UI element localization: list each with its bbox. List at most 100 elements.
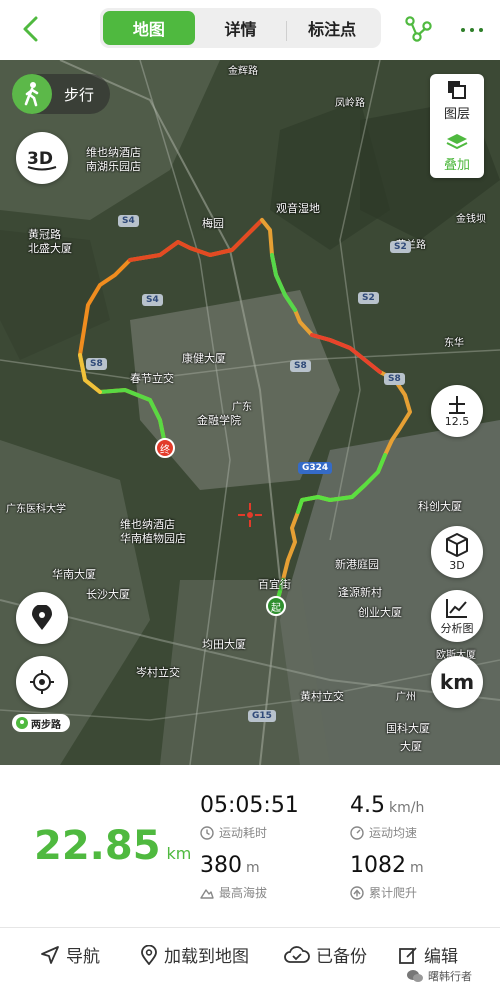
place-label: 科创大厦 [418, 500, 462, 513]
layers-button[interactable]: 图层 [430, 74, 484, 126]
load-to-map-label: 加载到地图 [164, 947, 249, 967]
zoom-level: 12.5 [444, 415, 470, 428]
overlay-stack-icon [446, 133, 468, 149]
top-bar: 地图 详情 标注点 [0, 0, 500, 60]
locate-me-button[interactable] [16, 656, 68, 708]
total-distance: 22.85 km [34, 823, 191, 869]
walking-icon [12, 74, 52, 114]
logo-text: 两步路 [31, 719, 61, 731]
tab-divider [286, 21, 288, 41]
place-label: 岑村立交 [136, 666, 180, 679]
edit-pencil-icon [399, 946, 417, 964]
view-3d-button[interactable]: 3D [431, 526, 483, 578]
more-options-icon[interactable] [457, 16, 487, 44]
route-badge: S8 [86, 358, 107, 370]
place-label: 金钱坝 [456, 214, 486, 225]
view-3d-label: 3D [449, 559, 465, 572]
route-badge: S8 [384, 373, 405, 385]
place-label: 百宜街 [258, 578, 291, 591]
terrain-3d-button[interactable]: 3D [16, 132, 68, 184]
place-label: 梅园 [202, 217, 224, 230]
activity-mode-label: 步行 [64, 86, 95, 104]
distance-unit-button[interactable]: km [431, 656, 483, 708]
avg-speed-value: 4.5 [350, 793, 385, 818]
backup-status-button[interactable]: 已备份 [284, 942, 367, 967]
location-pin-icon [141, 944, 157, 965]
avg-speed-label: 运动均速 [369, 826, 418, 840]
place-label: 创业大厦 [358, 606, 402, 619]
place-label: 广东 [232, 402, 252, 413]
route-end-marker[interactable]: 终 [155, 438, 175, 458]
duration-value: 05:05:51 [200, 793, 299, 818]
place-label: 大厦 [400, 740, 422, 753]
watermark-text: 曙韩行者 [428, 970, 472, 983]
place-label: 康健大厦 [182, 352, 226, 365]
tab-details[interactable]: 详情 [195, 11, 287, 45]
max-altitude-stat: 380 m 最高海拔 [200, 853, 267, 901]
share-icon[interactable] [402, 14, 434, 46]
navigate-label: 导航 [66, 947, 100, 967]
place-label: 金融学院 [197, 414, 241, 427]
place-label: 逢源新村 [338, 586, 382, 599]
place-label: 新港庭园 [335, 558, 379, 571]
tab-annotations-label: 标注点 [308, 20, 357, 39]
watermark: 曙韩行者 [406, 968, 472, 984]
map-view[interactable]: 金辉路 维也纳酒店 南湖乐园店 黄冠路 北盛大厦 梅园 观音湿地 凤岭路 金钱坝… [0, 60, 500, 765]
chart-icon [446, 598, 467, 618]
layers-icon [448, 80, 466, 99]
mountain-icon [200, 888, 214, 899]
distance-value: 22.85 [34, 823, 161, 869]
place-label: 金辉路 [228, 66, 258, 77]
zoom-button[interactable]: 12.5 [431, 385, 483, 437]
total-climb-value: 1082 [350, 853, 406, 878]
route-start-marker[interactable]: 起 [266, 596, 286, 616]
back-arrow-icon[interactable] [14, 12, 48, 46]
app-logo: 两步路 [12, 714, 70, 732]
edit-button[interactable]: 编辑 [398, 942, 458, 967]
route-badge: S4 [142, 294, 163, 306]
total-climb-label: 累计爬升 [369, 886, 418, 900]
tab-annotations[interactable]: 标注点 [286, 11, 378, 45]
max-altitude-value: 380 [200, 853, 242, 878]
duration-stat: 05:05:51 运动耗时 [200, 793, 299, 841]
analysis-chart-button[interactable]: 分析图 [431, 590, 483, 642]
place-label: 华南植物园店 [120, 532, 186, 545]
edit-label: 编辑 [424, 947, 458, 967]
place-label: 长沙大厦 [86, 588, 130, 601]
tab-map[interactable]: 地图 [103, 11, 195, 45]
route-badge: S4 [118, 215, 139, 227]
add-waypoint-button[interactable] [16, 592, 68, 644]
distance-unit-label: km [439, 670, 475, 694]
max-altitude-label: 最高海拔 [219, 886, 268, 900]
navigate-button[interactable]: 导航 [40, 942, 100, 967]
stats-panel: 22.85 km 05:05:51 运动耗时 4.5 km/h 运动均速 380 m … [0, 765, 500, 927]
place-label: 华南大厦 [52, 568, 96, 581]
layers-label: 图层 [443, 106, 470, 122]
place-label: 春节立交 [130, 372, 174, 385]
logo-icon [16, 717, 28, 729]
app: 地图 详情 标注点 金辉路 维也纳酒店 南湖乐园店 黄冠路 北盛大厦 梅园 观音… [0, 0, 500, 1000]
load-to-map-button[interactable]: 加载到地图 [140, 942, 249, 967]
overlay-button[interactable]: 叠加 [430, 126, 484, 178]
bottom-action-bar: 导航 加载到地图 已备份 编辑 曙韩行者 [0, 927, 500, 1000]
speedometer-icon [350, 825, 364, 840]
cloud-check-icon [284, 945, 310, 963]
max-altitude-unit: m [246, 860, 260, 876]
route-badge: G15 [248, 710, 276, 722]
wechat-icon [407, 970, 423, 982]
clock-icon [200, 825, 214, 840]
place-label: 广州 [396, 692, 416, 703]
plus-icon [449, 396, 465, 414]
duration-label: 运动耗时 [219, 826, 268, 840]
total-climb-stat: 1082 m 累计爬升 [350, 853, 424, 901]
place-label: 均田大厦 [202, 638, 246, 651]
avg-speed-stat: 4.5 km/h 运动均速 [350, 793, 424, 841]
climb-up-icon [350, 885, 364, 900]
route-badge: S2 [390, 241, 411, 253]
place-label: 广东医科大学 [6, 504, 66, 515]
activity-mode-button[interactable]: 步行 [12, 74, 110, 114]
layers-panel: 图层 叠加 [430, 74, 484, 178]
avg-speed-unit: km/h [389, 800, 425, 816]
route-badge: S2 [358, 292, 379, 304]
distance-unit: km [166, 844, 192, 863]
